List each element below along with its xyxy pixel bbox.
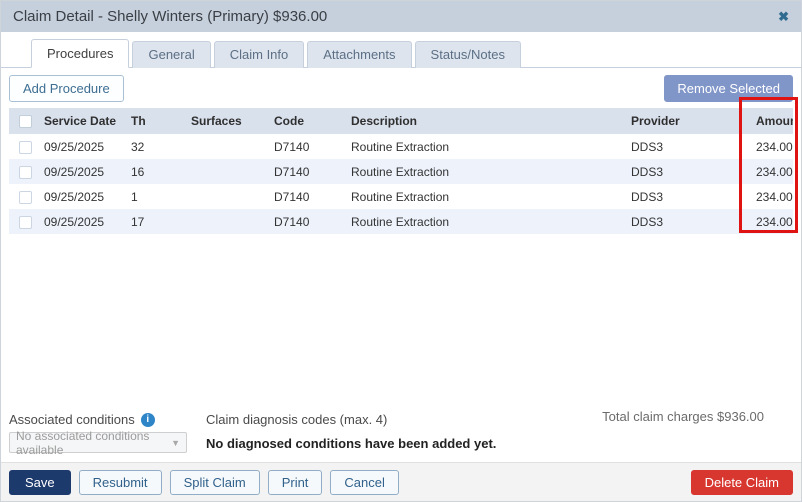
table-row[interactable]: 09/25/202532 D7140Routine ExtractionDDS32… <box>9 134 793 159</box>
titlebar: Claim Detail - Shelly Winters (Primary) … <box>1 1 801 32</box>
footer-left-buttons: Save Resubmit Split Claim Print Cancel <box>9 470 399 495</box>
tab-general[interactable]: General <box>132 41 210 68</box>
diagnosis-empty-message: No diagnosed conditions have been added … <box>206 436 496 451</box>
row-checkbox-cell <box>9 139 39 153</box>
tab-bar: ProceduresGeneralClaim InfoAttachmentsSt… <box>1 39 801 68</box>
cell-code: D7140 <box>269 140 346 154</box>
tab-status-notes[interactable]: Status/Notes <box>415 41 521 68</box>
cell-amount: 234.00 <box>751 140 793 154</box>
cell-th: 17 <box>126 215 186 229</box>
column-header-th: Th <box>126 114 186 128</box>
cell-th: 1 <box>126 190 186 204</box>
cell-provider: DDS3 <box>626 190 751 204</box>
column-header-code: Code <box>269 114 346 128</box>
footer: Save Resubmit Split Claim Print Cancel Dele… <box>1 462 801 501</box>
info-icon[interactable]: i <box>141 413 155 427</box>
remove-selected-button[interactable]: Remove Selected <box>664 75 793 102</box>
cell-amount: 234.00 <box>751 215 793 229</box>
cell-description: Routine Extraction <box>346 215 626 229</box>
row-checkbox-cell <box>9 164 39 178</box>
cell-service-date: 09/25/2025 <box>39 165 126 179</box>
cell-code: D7140 <box>269 165 346 179</box>
table-body: 09/25/202532D7140Routine ExtractionDDS32… <box>9 134 793 234</box>
chevron-down-icon: ▼ <box>171 438 180 448</box>
cell-description: Routine Extraction <box>346 140 626 154</box>
associated-conditions-label: Associated conditions i <box>9 412 155 427</box>
row-checkbox-cell <box>9 189 39 203</box>
cell-description: Routine Extraction <box>346 190 626 204</box>
close-icon[interactable]: ✖ <box>778 9 789 25</box>
cell-service-date: 09/25/2025 <box>39 215 126 229</box>
cancel-button[interactable]: Cancel <box>330 470 398 495</box>
claim-detail-dialog: Claim Detail - Shelly Winters (Primary) … <box>0 0 802 502</box>
print-button[interactable]: Print <box>268 470 323 495</box>
row-checkbox[interactable] <box>19 216 32 229</box>
cell-th: 32 <box>126 140 186 154</box>
associated-conditions-dropdown[interactable]: No associated conditions available ▼ <box>9 432 187 453</box>
row-checkbox[interactable] <box>19 141 32 154</box>
save-button[interactable]: Save <box>9 470 71 495</box>
cell-provider: DDS3 <box>626 140 751 154</box>
tab-claim-info[interactable]: Claim Info <box>214 41 305 68</box>
cell-service-date: 09/25/2025 <box>39 140 126 154</box>
row-checkbox[interactable] <box>19 166 32 179</box>
table-row[interactable]: 09/25/202516 D7140Routine ExtractionDDS32… <box>9 159 793 184</box>
cell-service-date: 09/25/2025 <box>39 190 126 204</box>
toolbar: Add Procedure Remove Selected <box>1 68 801 108</box>
table-header-row: Service DateThSurfacesCodeDescriptionPro… <box>9 108 793 134</box>
procedures-table: Service DateThSurfacesCodeDescriptionPro… <box>9 108 793 234</box>
select-all-checkbox[interactable] <box>19 115 32 128</box>
cell-provider: DDS3 <box>626 215 751 229</box>
column-header-surfaces: Surfaces <box>186 114 269 128</box>
cell-code: D7140 <box>269 215 346 229</box>
header-checkbox-cell <box>9 114 39 128</box>
cell-description: Routine Extraction <box>346 165 626 179</box>
cell-code: D7140 <box>269 190 346 204</box>
claim-diagnosis-label: Claim diagnosis codes (max. 4) <box>206 412 387 427</box>
total-claim-charges: Total claim charges $936.00 <box>602 409 764 424</box>
column-header-provider: Provider <box>626 114 751 128</box>
row-checkbox-cell <box>9 214 39 228</box>
tab-attachments[interactable]: Attachments <box>307 41 411 68</box>
delete-claim-button[interactable]: Delete Claim <box>691 470 793 495</box>
table-row[interactable]: 09/25/202517 D7140Routine ExtractionDDS32… <box>9 209 793 234</box>
column-header-description: Description <box>346 114 626 128</box>
split-claim-button[interactable]: Split Claim <box>170 470 260 495</box>
dialog-title: Claim Detail - Shelly Winters (Primary) … <box>13 8 327 25</box>
cell-amount: 234.00 <box>751 165 793 179</box>
cell-amount: 234.00 <box>751 190 793 204</box>
column-header-service-date: Service Date <box>39 114 126 128</box>
column-header-amount: Amount <box>751 114 793 128</box>
row-checkbox[interactable] <box>19 191 32 204</box>
add-procedure-button[interactable]: Add Procedure <box>9 75 124 102</box>
table-row[interactable]: 09/25/20251 D7140Routine ExtractionDDS323… <box>9 184 793 209</box>
tab-procedures[interactable]: Procedures <box>31 39 129 68</box>
cell-provider: DDS3 <box>626 165 751 179</box>
associated-conditions-text: Associated conditions <box>9 412 135 427</box>
dropdown-selected-value: No associated conditions available <box>16 429 171 457</box>
resubmit-button[interactable]: Resubmit <box>79 470 162 495</box>
cell-th: 16 <box>126 165 186 179</box>
